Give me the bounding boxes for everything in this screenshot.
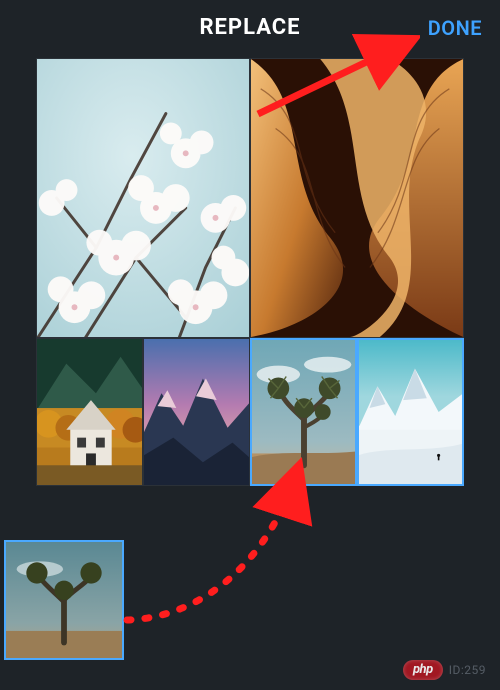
tile-mountain-sunset[interactable]: [143, 338, 250, 486]
header-bar: REPLACE DONE: [0, 0, 500, 55]
watermark-code: ID:259: [449, 663, 486, 677]
tile-joshua-tree[interactable]: [250, 338, 357, 486]
tile-cabin[interactable]: [36, 338, 143, 486]
collage-grid: [36, 58, 464, 486]
source-thumbnail-joshua-tree[interactable]: [4, 540, 124, 660]
watermark-brand: php: [403, 660, 443, 680]
tile-canyon[interactable]: [250, 58, 464, 338]
watermark: php ID:259: [403, 660, 486, 680]
page-title: REPLACE: [199, 15, 300, 40]
tile-cherry-blossom[interactable]: [36, 58, 250, 338]
done-button[interactable]: DONE: [428, 0, 482, 55]
tile-snow-peak[interactable]: [357, 338, 464, 486]
